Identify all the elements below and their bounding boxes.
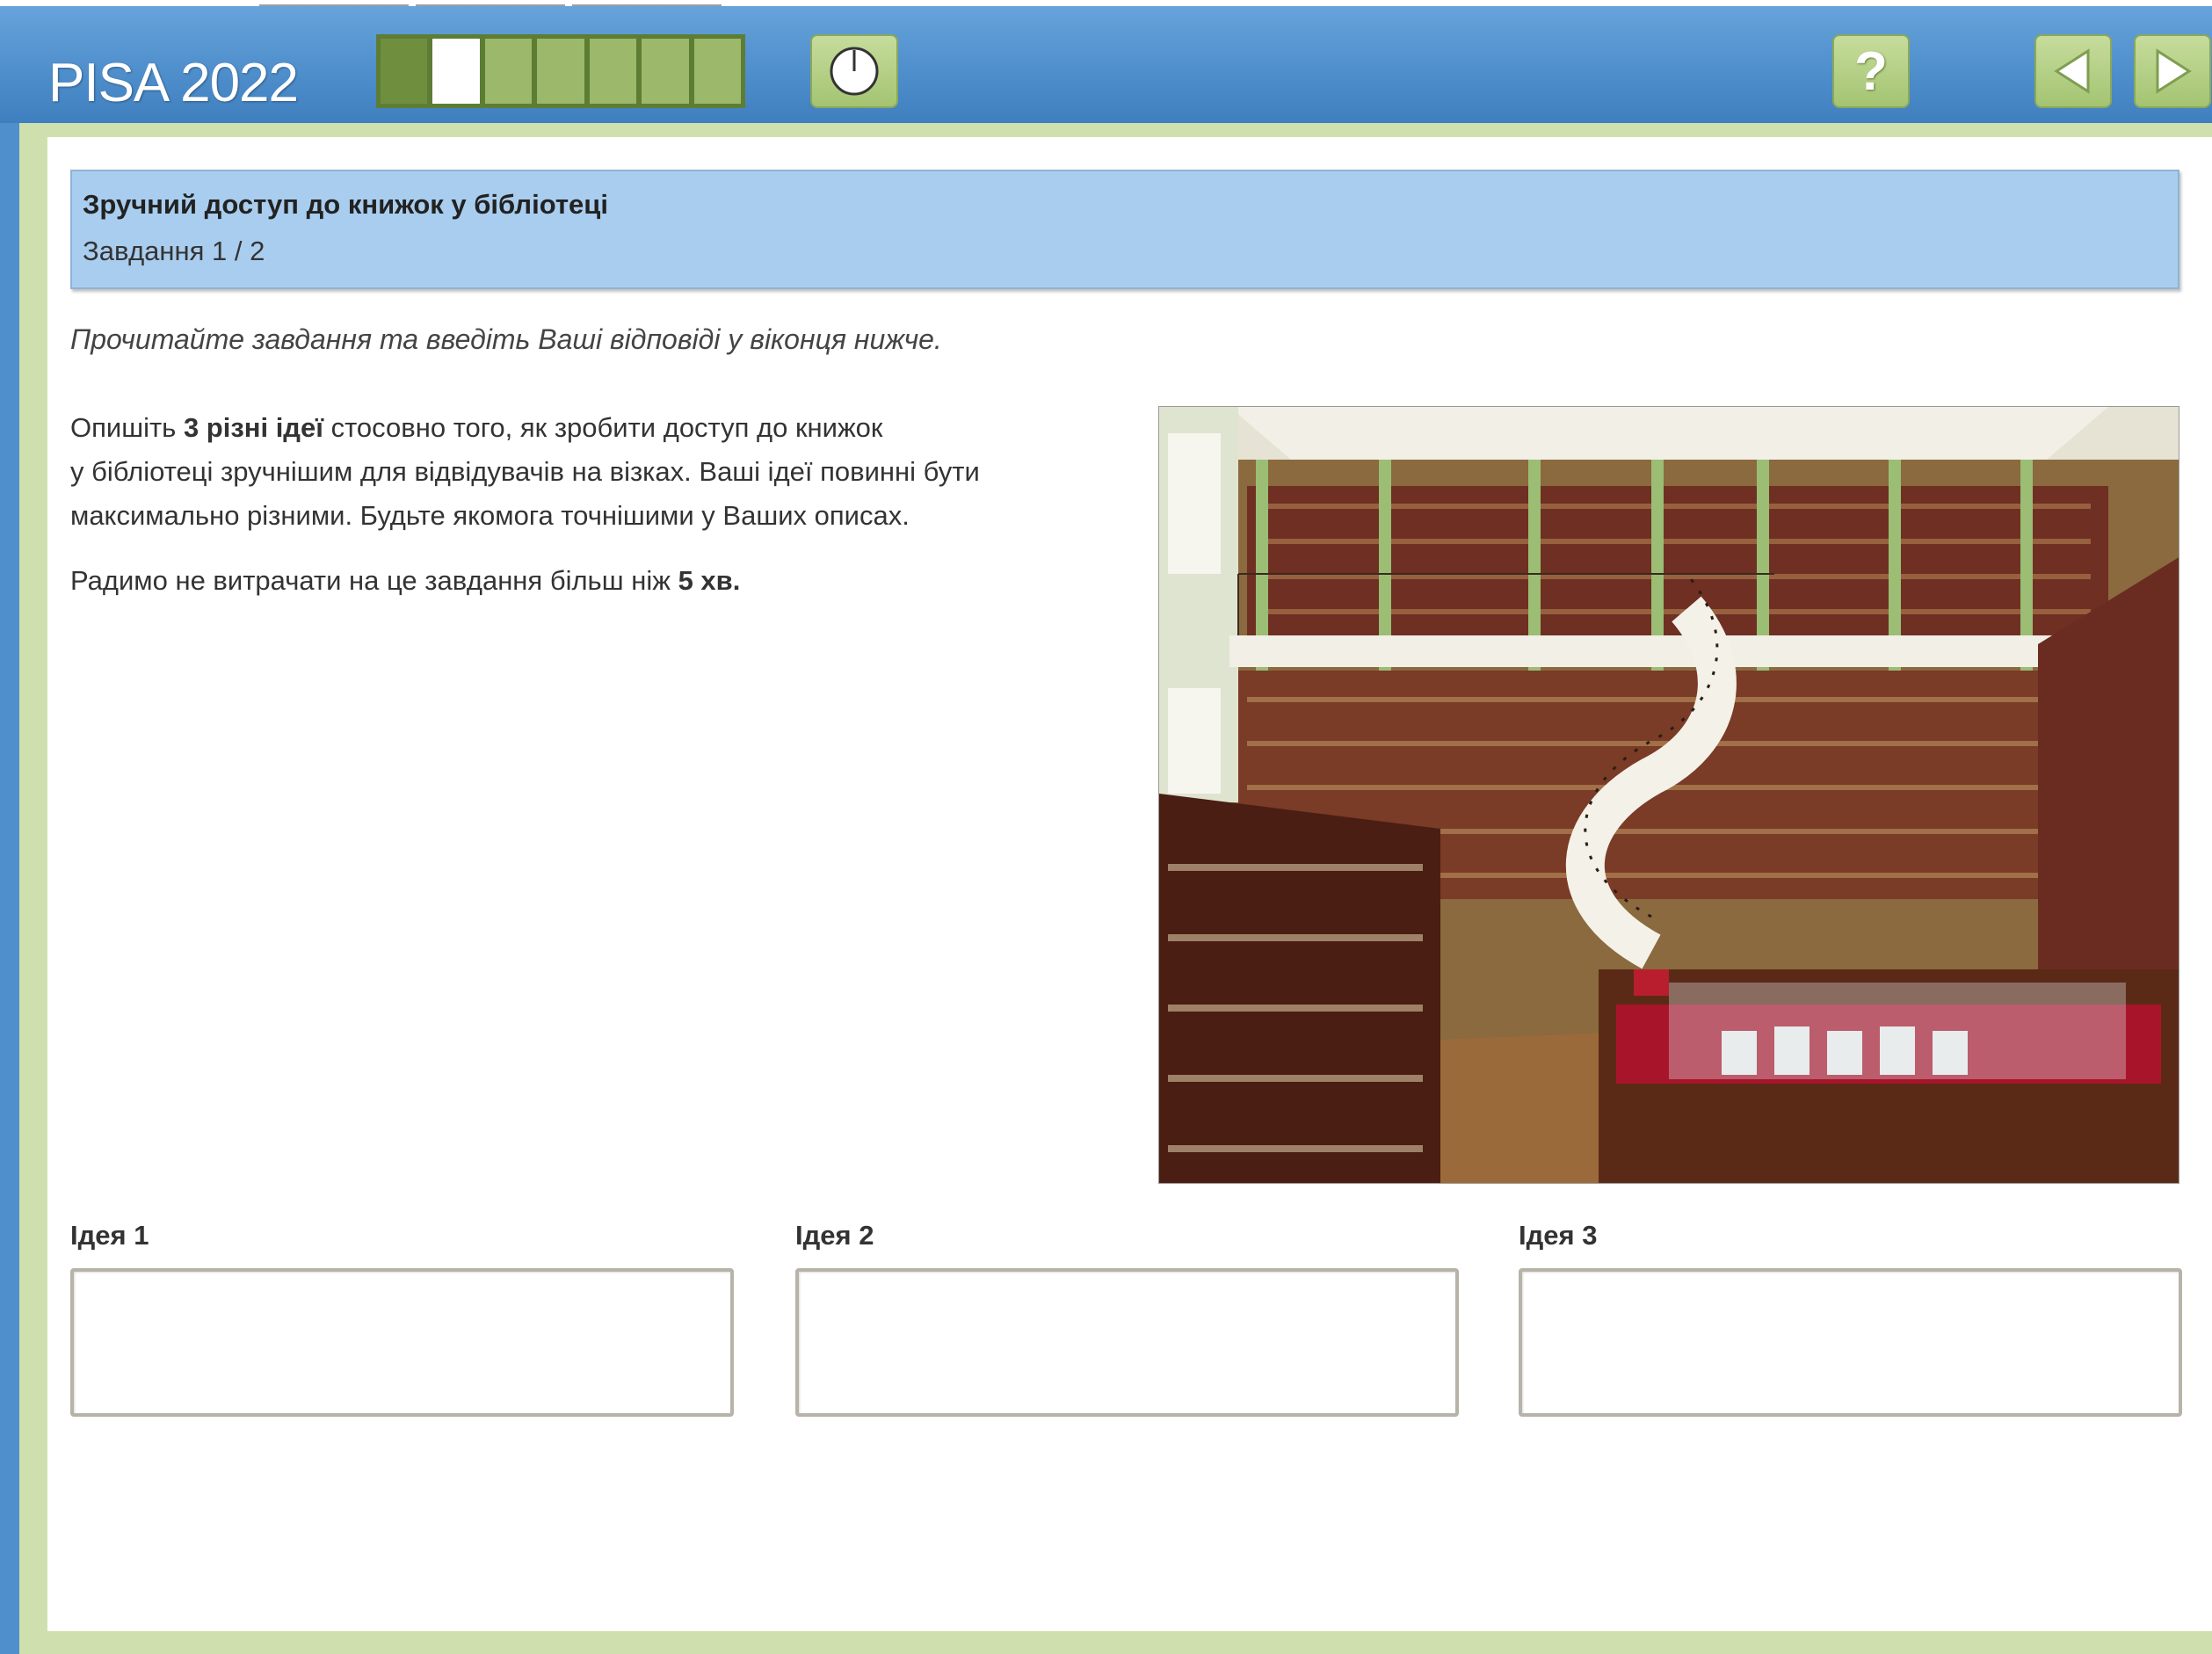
browser-tab-1[interactable]: [259, 0, 409, 6]
next-button[interactable]: [2134, 34, 2211, 108]
help-icon: ?: [1854, 40, 1888, 102]
task-text-bold: 3 різні ідеї: [183, 412, 323, 443]
left-edge: [0, 123, 19, 1654]
idea-1-input[interactable]: [70, 1268, 734, 1417]
library-photo: [1158, 406, 2179, 1184]
progress-segment: [484, 39, 533, 104]
browser-tab-3[interactable]: [572, 0, 722, 6]
previous-button[interactable]: [2034, 34, 2112, 108]
task-text: у бібліотеці зручнішим для відвідувачів …: [70, 456, 980, 487]
progress-segment: [693, 39, 741, 104]
task-text: Опишіть: [70, 412, 184, 443]
task-title-bar: Зручний доступ до книжок у бібліотеці За…: [70, 170, 2179, 289]
instruction-text: Прочитайте завдання та введіть Ваші відп…: [70, 323, 942, 355]
idea-2-input[interactable]: [795, 1268, 1459, 1417]
idea-1-label: Ідея 1: [70, 1220, 149, 1251]
task-text: максимально різними. Будьте якомога точн…: [70, 500, 910, 531]
task-counter: Завдання 1 / 2: [83, 236, 265, 266]
library-image: [1159, 407, 2179, 1183]
task-title: Зручний доступ до книжок у бібліотеці: [83, 189, 608, 220]
progress-segment: [381, 39, 428, 104]
idea-3-label: Ідея 3: [1519, 1220, 1598, 1251]
brand-title: PISA 2022: [48, 53, 299, 113]
timer-button[interactable]: [810, 34, 898, 108]
progress-bar: [376, 34, 745, 108]
task-text: стосовно того, як зробити доступ до книж…: [323, 412, 883, 443]
arrow-right-icon: [2156, 48, 2192, 94]
idea-3-input[interactable]: [1519, 1268, 2182, 1417]
task-time-limit: 5 хв.: [678, 565, 741, 596]
arrow-left-icon: [2054, 48, 2090, 94]
task-text: Радимо не витрачати на це завдання більш…: [70, 565, 678, 596]
idea-2-label: Ідея 2: [795, 1220, 874, 1251]
progress-segment-current: [432, 39, 480, 104]
progress-segment: [642, 39, 689, 104]
help-button[interactable]: ?: [1832, 34, 1910, 108]
timer-icon: [830, 47, 879, 96]
task-description: Опишіть 3 різні ідеї стосовно того, як з…: [70, 406, 1125, 603]
progress-segment: [537, 39, 584, 104]
progress-segment: [589, 39, 637, 104]
browser-tab-2[interactable]: [416, 0, 565, 6]
task-paragraph-2: Радимо не витрачати на це завдання більш…: [70, 559, 1125, 603]
top-strip: [0, 0, 2212, 6]
task-paragraph-1: Опишіть 3 різні ідеї стосовно того, як з…: [70, 406, 1125, 538]
app-header: PISA 2022 ?: [0, 6, 2212, 123]
